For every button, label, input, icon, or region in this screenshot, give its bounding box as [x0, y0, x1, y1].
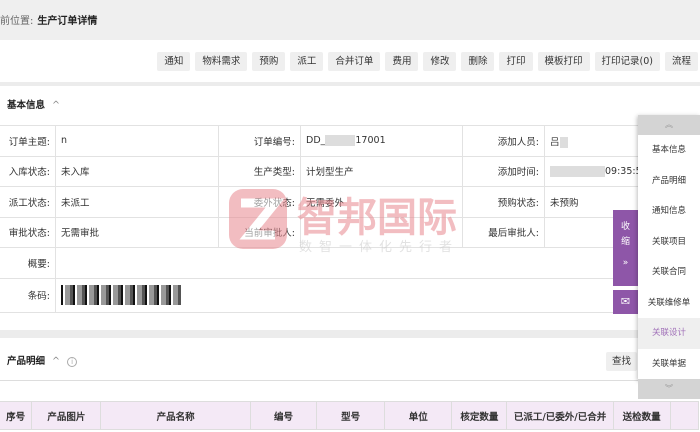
column-header: 核定数量: [451, 401, 508, 430]
material-demand-button[interactable]: 物料需求: [195, 51, 248, 71]
field-value-text: 计划型生产: [306, 167, 354, 179]
field-value-text: 17001: [355, 135, 386, 147]
column-header: 已派工/已委外/已合并: [506, 401, 614, 430]
info-row: 入库状态: 未入库 生产类型: 计划型生产 添加时间: 09:35:5: [0, 155, 648, 187]
field-value-text: DD_: [306, 135, 326, 147]
field-value-text: 无需审批: [61, 228, 100, 240]
toolbar: 通知 物料需求 预购 派工 合并订单 费用 修改 删除 打印 模板打印 打印记录…: [0, 40, 700, 82]
field-label: 派工状态:: [0, 186, 56, 218]
info-row: 派工状态: 未派工 委外状态: 无需委外 预购状态: 未预购: [0, 186, 648, 218]
info-row: 审批状态: 无需审批 当前审批人: 最后审批人:: [0, 216, 648, 248]
field-value-text: n: [61, 135, 68, 147]
divider: [0, 82, 700, 86]
pre-purchase-button[interactable]: 预购: [252, 51, 286, 71]
barcode-image: [61, 285, 181, 305]
redacted-value: [550, 165, 605, 177]
field-value-text: 未预购: [550, 197, 579, 209]
field-value: [300, 216, 463, 248]
column-header: 产品名称: [100, 401, 251, 430]
scroll-up-icon[interactable]: ︽: [638, 115, 700, 135]
double-chevron-right-icon: »: [622, 258, 629, 268]
side-nav-item[interactable]: 关联设计: [638, 318, 700, 349]
column-header: [669, 401, 700, 430]
field-value: 09:35:5: [544, 155, 648, 187]
basic-info-table: 订单主题: n 订单编号: DD_ 17001 添加人员: 吕入库状态: 未入库 生产类型: 计划…: [0, 125, 648, 313]
field-value: n: [55, 125, 219, 157]
field-value: 无需委外: [300, 186, 463, 218]
field-label: 当前审批人:: [218, 216, 301, 248]
side-nav: ︽ 基本信息 产品明细 通知信息 关联项目 关联合同 关联维修单 关联设计 关联单据 ︾: [638, 115, 700, 399]
redacted-value: [325, 135, 356, 147]
chevron-up-icon[interactable]: ^: [52, 100, 60, 111]
dispatch-button[interactable]: 派工: [290, 51, 324, 71]
field-value: DD_ 17001: [300, 125, 463, 157]
side-nav-item[interactable]: 关联单据: [638, 349, 700, 380]
field-value-text: 09:35:5: [605, 165, 642, 177]
column-header: 产品图片: [31, 401, 102, 430]
info-icon: i: [67, 357, 78, 367]
merge-order-button[interactable]: 合并订单: [328, 51, 381, 71]
field-label: 添加时间:: [462, 155, 545, 187]
find-button[interactable]: 查找: [606, 352, 638, 371]
field-value: 未入库: [55, 155, 219, 187]
field-value: 计划型生产: [300, 155, 463, 187]
side-nav-item[interactable]: 基本信息: [638, 135, 700, 166]
field-label: 审批状态:: [0, 216, 56, 248]
delete-button[interactable]: 删除: [461, 51, 495, 71]
field-value: 未派工: [55, 186, 219, 218]
cost-button[interactable]: 费用: [385, 51, 419, 71]
divider: [0, 330, 700, 338]
edit-button[interactable]: 修改: [423, 51, 457, 71]
side-nav-item[interactable]: 通知信息: [638, 196, 700, 227]
notify-button[interactable]: 通知: [157, 51, 191, 71]
column-header: 送检数量: [612, 401, 671, 430]
field-label: 最后审批人:: [462, 216, 545, 248]
field-label: 委外状态:: [218, 186, 301, 218]
page-title: 生产订单详情: [37, 16, 98, 27]
basic-info-header[interactable]: 基本信息 ^: [7, 97, 60, 111]
side-nav-item[interactable]: 产品明细: [638, 166, 700, 197]
field-value-text: 未派工: [61, 197, 90, 209]
top-bar: [0, 0, 700, 40]
summary-value: [55, 247, 648, 279]
field-label: 预购状态:: [462, 186, 545, 218]
table-header-row: 序号 产品图片 产品名称 编号 型号 单位 核定数量 已派工/已委外/已合并 送检数量: [0, 401, 700, 430]
side-nav-item[interactable]: 关联项目: [638, 227, 700, 258]
chevron-up-icon[interactable]: ^: [52, 356, 60, 367]
field-label: 入库状态:: [0, 155, 56, 187]
side-nav-item[interactable]: 关联合同: [638, 257, 700, 288]
redacted-value: [559, 136, 568, 148]
breadcrumb: 前位置: 生产订单详情: [0, 16, 98, 27]
product-table: 序号 产品图片 产品名称 编号 型号 单位 核定数量 已派工/已委外/已合并 送检数量: [0, 401, 700, 430]
column-header: 型号: [316, 401, 386, 430]
field-label: 生产类型:: [218, 155, 301, 187]
workflow-button[interactable]: 流程: [664, 51, 698, 71]
field-value-text: 吕: [550, 136, 560, 148]
print-record-button[interactable]: 打印记录(0): [594, 51, 660, 71]
field-value: 吕: [544, 125, 648, 157]
divider: [0, 380, 640, 381]
field-label: 添加人员:: [462, 125, 545, 157]
barcode-row: 条码:: [0, 277, 648, 313]
info-row: 订单主题: n 订单编号: DD_ 17001 添加人员: 吕: [0, 125, 648, 157]
collapse-tab[interactable]: 收缩»: [613, 210, 638, 286]
field-value: 无需审批: [55, 216, 219, 248]
column-header: 编号: [249, 401, 318, 430]
side-nav-item[interactable]: 关联维修单: [638, 288, 700, 319]
summary-row: 概要:: [0, 247, 648, 279]
field-label: 订单编号:: [218, 125, 301, 157]
scroll-down-icon[interactable]: ︾: [638, 379, 700, 399]
template-print-button[interactable]: 模板打印: [537, 51, 590, 71]
field-value-text: 未入库: [61, 167, 90, 179]
chat-icon[interactable]: ✉: [613, 290, 638, 314]
field-label: 订单主题:: [0, 125, 56, 157]
print-button[interactable]: 打印: [499, 51, 533, 71]
column-header: 单位: [384, 401, 453, 430]
product-detail-header[interactable]: 产品明细 ^ i: [7, 353, 78, 367]
column-header: 序号: [0, 401, 33, 430]
field-value-text: 无需委外: [306, 197, 345, 209]
